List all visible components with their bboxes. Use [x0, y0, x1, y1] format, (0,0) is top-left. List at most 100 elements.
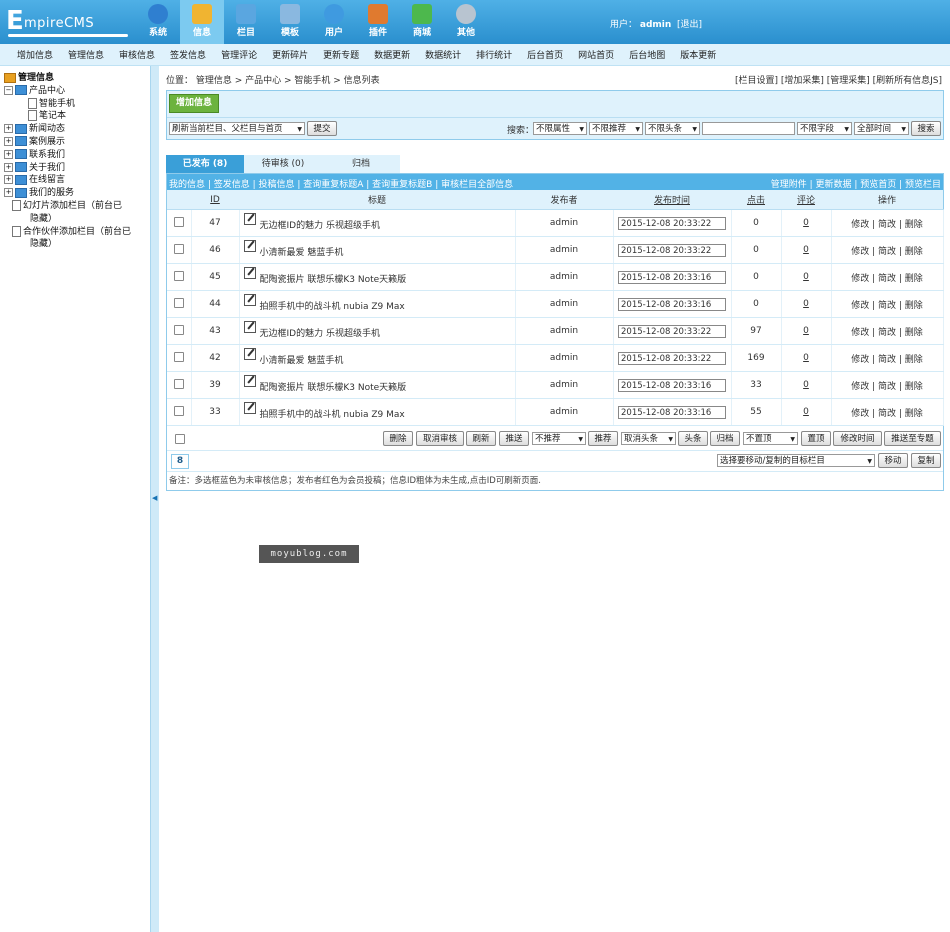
subnav-item[interactable]: 后台首页 [527, 48, 563, 61]
nav-window-template[interactable]: 模板 [268, 0, 312, 44]
top-select[interactable]: 不置顶 [743, 432, 798, 445]
simple-edit-link[interactable]: 简改 [878, 301, 896, 311]
row-title-link[interactable]: 配陶瓷振片 联想乐檬K3 Note天籁版 [260, 383, 407, 393]
simple-edit-link[interactable]: 简改 [878, 355, 896, 365]
row-checkbox[interactable] [173, 216, 184, 227]
subnav-item[interactable]: 增加信息 [17, 48, 53, 61]
simple-edit-link[interactable]: 简改 [878, 382, 896, 392]
row-checkbox[interactable] [173, 243, 184, 254]
row-title-link[interactable]: 拍照手机中的战斗机 nubia Z9 Max [260, 302, 405, 312]
time-select[interactable]: 全部时间 [854, 122, 909, 135]
row-time-input[interactable]: 2015-12-08 20:33:16 [618, 378, 726, 392]
bulk-archive-button[interactable]: 归档 [710, 431, 740, 446]
row-id[interactable]: 47 [191, 209, 240, 237]
list-links-left[interactable]: 我的信息 | 签发信息 | 投稿信息 | 查询重复标题A | 查询重复标题B |… [169, 177, 513, 190]
tree-item[interactable]: + 在线留言 [4, 174, 131, 187]
bulk-unaudit-button[interactable]: 取消审核 [416, 431, 464, 446]
header-comments[interactable]: 评论 [781, 190, 831, 210]
row-comments-link[interactable]: 0 [803, 245, 809, 255]
row-time-input[interactable]: 2015-12-08 20:33:22 [618, 351, 726, 365]
row-id[interactable]: 44 [191, 290, 240, 318]
row-comments-link[interactable]: 0 [803, 407, 809, 417]
subnav-item[interactable]: 更新碎片 [272, 48, 308, 61]
tree-item[interactable]: + 关于我们 [4, 162, 131, 175]
empirecms-logo[interactable]: E mpireCMS [6, 6, 131, 38]
delete-link[interactable]: 删除 [905, 355, 923, 365]
delete-link[interactable]: 删除 [905, 301, 923, 311]
row-time-input[interactable]: 2015-12-08 20:33:16 [618, 405, 726, 419]
subnav-item[interactable]: 后台地图 [629, 48, 665, 61]
edit-link[interactable]: 修改 [851, 301, 869, 311]
expand-icon[interactable]: + [4, 175, 13, 185]
bulk-headline-button[interactable]: 头条 [678, 431, 708, 446]
row-checkbox[interactable] [173, 351, 184, 362]
copy-button[interactable]: 复制 [911, 453, 941, 468]
nav-notepad-pencil[interactable]: 信息 [180, 0, 224, 44]
row-title-link[interactable]: 小清新最爱 魅蓝手机 [260, 248, 344, 258]
tab-pending[interactable]: 待审核 (0) [244, 155, 322, 173]
recommend-select[interactable]: 不推荐 [532, 432, 586, 445]
delete-link[interactable]: 删除 [905, 409, 923, 419]
row-checkbox[interactable] [173, 405, 184, 416]
subnav-item[interactable]: 数据统计 [425, 48, 461, 61]
breadcrumb[interactable]: 位置： 管理信息 > 产品中心 > 智能手机 > 信息列表 [166, 73, 380, 86]
row-comments-link[interactable]: 0 [803, 326, 809, 336]
row-id[interactable]: 42 [191, 344, 240, 372]
row-id[interactable]: 33 [191, 398, 240, 426]
tree-item[interactable]: − 产品中心 [4, 85, 131, 98]
simple-edit-link[interactable]: 简改 [878, 274, 896, 284]
edit-link[interactable]: 修改 [851, 409, 869, 419]
tree-item[interactable]: 合作伙伴添加栏目（前台已 [4, 225, 131, 239]
tree-item[interactable]: 幻灯片添加栏目（前台已 [4, 199, 131, 213]
row-id[interactable]: 43 [191, 317, 240, 345]
select-all-checkbox[interactable] [175, 434, 185, 444]
subnav-item[interactable]: 网站首页 [578, 48, 614, 61]
delete-link[interactable]: 删除 [905, 220, 923, 230]
expand-icon[interactable]: + [4, 149, 13, 159]
row-title-link[interactable]: 配陶瓷振片 联想乐檬K3 Note天籁版 [260, 275, 407, 285]
bulk-recommend-button[interactable]: 推荐 [588, 431, 618, 446]
tree-item[interactable]: + 联系我们 [4, 149, 131, 162]
delete-link[interactable]: 删除 [905, 328, 923, 338]
submit-button[interactable]: 提交 [307, 121, 337, 136]
simple-edit-link[interactable]: 简改 [878, 328, 896, 338]
tree-item[interactable]: + 新闻动态 [4, 123, 131, 136]
row-checkbox[interactable] [173, 270, 184, 281]
bulk-edit-time-button[interactable]: 修改时间 [833, 431, 882, 446]
edit-link[interactable]: 修改 [851, 355, 869, 365]
subnav-item[interactable]: 审核信息 [119, 48, 155, 61]
attr-filter-select[interactable]: 不限属性 [533, 122, 587, 135]
expand-icon[interactable]: + [4, 188, 13, 198]
move-target-select[interactable]: 选择要移动/复制的目标栏目 [717, 454, 875, 467]
row-checkbox[interactable] [173, 324, 184, 335]
row-id[interactable]: 45 [191, 263, 240, 291]
row-time-input[interactable]: 2015-12-08 20:33:22 [618, 216, 726, 230]
list-links-right[interactable]: 管理附件 | 更新数据 | 预览首页 | 预览栏目 [771, 177, 941, 190]
delete-link[interactable]: 删除 [905, 274, 923, 284]
search-input[interactable] [702, 122, 795, 135]
simple-edit-link[interactable]: 简改 [878, 247, 896, 257]
edit-link[interactable]: 修改 [851, 220, 869, 230]
subnav-item[interactable]: 管理信息 [68, 48, 104, 61]
collapse-icon[interactable]: − [4, 85, 13, 95]
subnav-item[interactable]: 版本更新 [680, 48, 716, 61]
tree-item[interactable]: 笔记本 [4, 110, 131, 123]
bulk-push-topic-button[interactable]: 推送至专题 [884, 431, 941, 446]
tree-root[interactable]: 管理信息 [4, 72, 131, 85]
tree-item[interactable]: + 我们的服务 [4, 187, 131, 200]
subnav-item[interactable]: 更新专题 [323, 48, 359, 61]
nav-folder[interactable]: 栏目 [224, 0, 268, 44]
tree-item[interactable]: + 案例展示 [4, 136, 131, 149]
bulk-delete-button[interactable]: 删除 [383, 431, 413, 446]
search-button[interactable]: 搜索 [911, 121, 941, 136]
expand-icon[interactable]: + [4, 136, 13, 146]
row-id[interactable]: 39 [191, 371, 240, 399]
nav-monitor[interactable]: 商城 [400, 0, 444, 44]
row-time-input[interactable]: 2015-12-08 20:33:16 [618, 270, 726, 284]
headline-select[interactable]: 取消头条 [621, 432, 676, 445]
header-id[interactable]: ID [191, 190, 239, 210]
bulk-refresh-button[interactable]: 刷新 [466, 431, 496, 446]
row-time-input[interactable]: 2015-12-08 20:33:16 [618, 297, 726, 311]
nav-gear[interactable]: 其他 [444, 0, 488, 44]
row-title-link[interactable]: 无边框ID的魅力 乐视超级手机 [260, 221, 380, 231]
